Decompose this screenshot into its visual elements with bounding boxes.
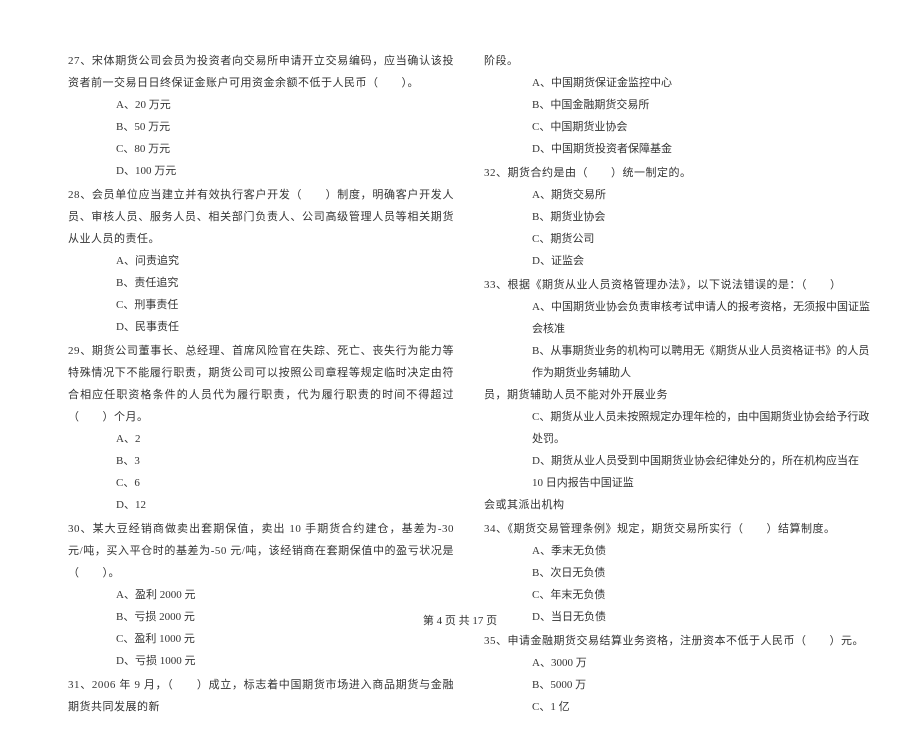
option-b: B、中国金融期货交易所 (532, 94, 870, 116)
question-35: 35、申请金融期货交易结算业务资格，注册资本不低于人民币（ ）元。 A、3000… (484, 630, 870, 718)
question-options: A、中国期货保证金监控中心 B、中国金融期货交易所 C、中国期货业协会 D、中国… (484, 72, 870, 160)
question-28: 28、会员单位应当建立并有效执行客户开发（ ）制度，明确客户开发人员、审核人员、… (68, 184, 454, 338)
option-d: D、中国期货投资者保障基金 (532, 138, 870, 160)
question-30: 30、某大豆经销商做卖出套期保值，卖出 10 手期货合约建仓，基差为-30 元/… (68, 518, 454, 672)
option-d: D、亏损 1000 元 (116, 650, 454, 672)
option-b: B、责任追究 (116, 272, 454, 294)
question-text: 28、会员单位应当建立并有效执行客户开发（ ）制度，明确客户开发人员、审核人员、… (68, 184, 454, 250)
question-32: 32、期货合约是由（ ）统一制定的。 A、期货交易所 B、期货业协会 C、期货公… (484, 162, 870, 272)
option-c: C、80 万元 (116, 138, 454, 160)
option-d-continued: 会或其派出机构 (484, 494, 870, 516)
question-text: 31、2006 年 9 月，（ ）成立，标志着中国期货市场进入商品期货与金融期货… (68, 674, 454, 718)
option-d: D、期货从业人员受到中国期货业协会纪律处分的，所在机构应当在 10 日内报告中国… (532, 450, 870, 494)
question-text: 35、申请金融期货交易结算业务资格，注册资本不低于人民币（ ）元。 (484, 630, 870, 652)
question-text: 34、《期货交易管理条例》规定，期货交易所实行（ ）结算制度。 (484, 518, 870, 540)
question-options: A、2 B、3 C、6 D、12 (68, 428, 454, 516)
option-d: D、12 (116, 494, 454, 516)
option-b: B、50 万元 (116, 116, 454, 138)
question-options: A、中国期货业协会负责审核考试申请人的报考资格，无须报中国证监会核准 B、从事期… (484, 296, 870, 384)
option-a: A、问责追究 (116, 250, 454, 272)
option-d: D、证监会 (532, 250, 870, 272)
option-c: C、6 (116, 472, 454, 494)
option-c: C、期货公司 (532, 228, 870, 250)
option-b: B、5000 万 (532, 674, 870, 696)
question-text: 32、期货合约是由（ ）统一制定的。 (484, 162, 870, 184)
option-b: B、从事期货业务的机构可以聘用无《期货从业人员资格证书》的人员作为期货业务辅助人 (532, 340, 870, 384)
option-c: C、刑事责任 (116, 294, 454, 316)
option-d: D、100 万元 (116, 160, 454, 182)
option-a: A、季末无负债 (532, 540, 870, 562)
option-a: A、中国期货业协会负责审核考试申请人的报考资格，无须报中国证监会核准 (532, 296, 870, 340)
question-options: A、20 万元 B、50 万元 C、80 万元 D、100 万元 (68, 94, 454, 182)
option-b: B、次日无负债 (532, 562, 870, 584)
question-31-partial: 31、2006 年 9 月，（ ）成立，标志着中国期货市场进入商品期货与金融期货… (68, 674, 454, 718)
option-a: A、2 (116, 428, 454, 450)
question-text: 33、根据《期货从业人员资格管理办法》，以下说法错误的是：（ ） (484, 274, 870, 296)
option-a: A、20 万元 (116, 94, 454, 116)
question-31-continued: 阶段。 A、中国期货保证金监控中心 B、中国金融期货交易所 C、中国期货业协会 … (484, 50, 870, 160)
page-content: 27、宋体期货公司会员为投资者向交易所申请开立交易编码，应当确认该投资者前一交易… (0, 0, 920, 750)
question-options: C、期货从业人员未按照规定办理年检的，由中国期货业协会给予行政处罚。 D、期货从… (484, 406, 870, 494)
option-a: A、中国期货保证金监控中心 (532, 72, 870, 94)
question-text: 27、宋体期货公司会员为投资者向交易所申请开立交易编码，应当确认该投资者前一交易… (68, 50, 454, 94)
option-c: C、中国期货业协会 (532, 116, 870, 138)
option-d: D、民事责任 (116, 316, 454, 338)
option-c: C、年末无负债 (532, 584, 870, 606)
option-c: C、1 亿 (532, 696, 870, 718)
option-a: A、盈利 2000 元 (116, 584, 454, 606)
option-c: C、盈利 1000 元 (116, 628, 454, 650)
option-b-continued: 员，期货辅助人员不能对外开展业务 (484, 384, 870, 406)
question-text: 29、期货公司董事长、总经理、首席风险官在失踪、死亡、丧失行为能力等特殊情况下不… (68, 340, 454, 428)
question-options: A、问责追究 B、责任追究 C、刑事责任 D、民事责任 (68, 250, 454, 338)
option-a: A、期货交易所 (532, 184, 870, 206)
question-27: 27、宋体期货公司会员为投资者向交易所申请开立交易编码，应当确认该投资者前一交易… (68, 50, 454, 182)
question-options: A、3000 万 B、5000 万 C、1 亿 (484, 652, 870, 718)
question-options: A、期货交易所 B、期货业协会 C、期货公司 D、证监会 (484, 184, 870, 272)
option-a: A、3000 万 (532, 652, 870, 674)
option-b: B、期货业协会 (532, 206, 870, 228)
option-c: C、期货从业人员未按照规定办理年检的，由中国期货业协会给予行政处罚。 (532, 406, 870, 450)
option-b: B、3 (116, 450, 454, 472)
question-text: 阶段。 (484, 50, 870, 72)
page-footer: 第 4 页 共 17 页 (0, 612, 920, 628)
question-text: 30、某大豆经销商做卖出套期保值，卖出 10 手期货合约建仓，基差为-30 元/… (68, 518, 454, 584)
question-33: 33、根据《期货从业人员资格管理办法》，以下说法错误的是：（ ） A、中国期货业… (484, 274, 870, 516)
question-29: 29、期货公司董事长、总经理、首席风险官在失踪、死亡、丧失行为能力等特殊情况下不… (68, 340, 454, 516)
question-options: A、盈利 2000 元 B、亏损 2000 元 C、盈利 1000 元 D、亏损… (68, 584, 454, 672)
